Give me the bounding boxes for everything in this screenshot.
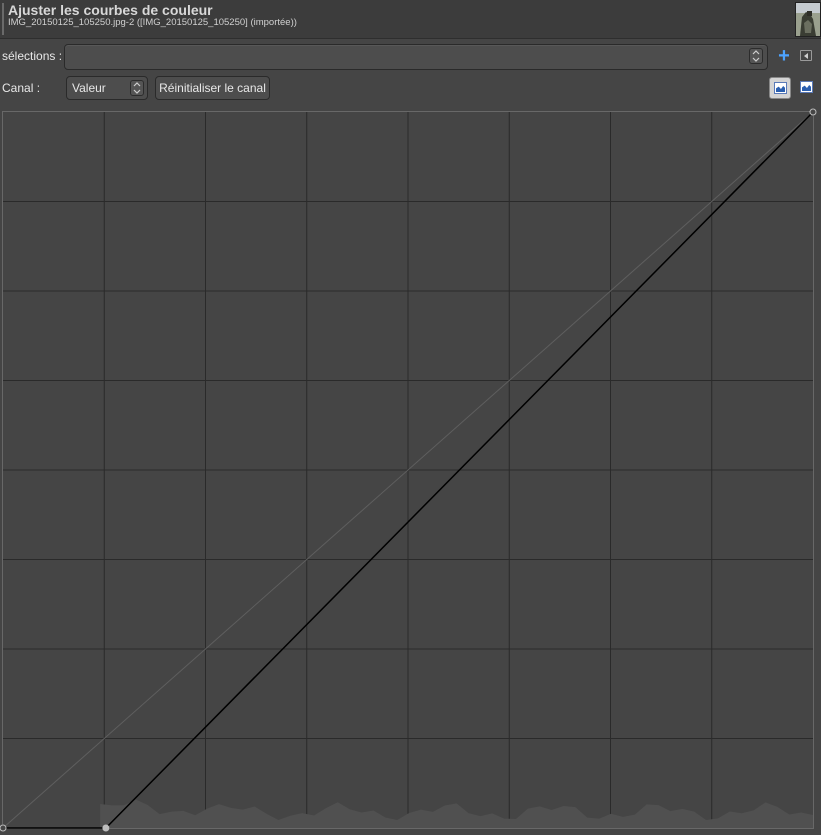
dialog-header: Ajuster les courbes de couleur IMG_20150… bbox=[0, 0, 821, 39]
linear-histogram-icon bbox=[774, 82, 787, 94]
reset-channel-button[interactable]: Réinitialiser le canal bbox=[155, 76, 270, 100]
dialog-subtitle: IMG_20150125_105250.jpg-2 ([IMG_20150125… bbox=[8, 17, 297, 28]
curve-control-point[interactable] bbox=[809, 108, 817, 116]
image-thumbnail bbox=[795, 2, 821, 37]
curve-editor[interactable] bbox=[0, 108, 821, 835]
dialog-title: Ajuster les courbes de couleur bbox=[8, 2, 213, 18]
logarithmic-histogram-button[interactable] bbox=[796, 77, 818, 99]
curve-control-point[interactable] bbox=[102, 824, 110, 832]
curve-control-point[interactable] bbox=[0, 824, 7, 832]
curve-canvas[interactable] bbox=[0, 108, 821, 835]
linear-histogram-button[interactable] bbox=[769, 77, 791, 99]
presets-spinner-icon[interactable] bbox=[749, 48, 763, 64]
channel-spinner-icon[interactable] bbox=[130, 80, 144, 96]
presets-label: sélections : bbox=[2, 49, 63, 63]
channel-label: Canal : bbox=[2, 81, 41, 95]
logarithmic-histogram-icon bbox=[800, 81, 813, 93]
channel-select[interactable]: Valeur bbox=[66, 76, 148, 100]
add-preset-icon[interactable]: + bbox=[776, 46, 792, 66]
header-edge bbox=[2, 3, 4, 35]
channel-select-value: Valeur bbox=[72, 81, 106, 95]
presets-combo[interactable] bbox=[64, 44, 768, 70]
preset-menu-icon[interactable] bbox=[800, 50, 812, 61]
